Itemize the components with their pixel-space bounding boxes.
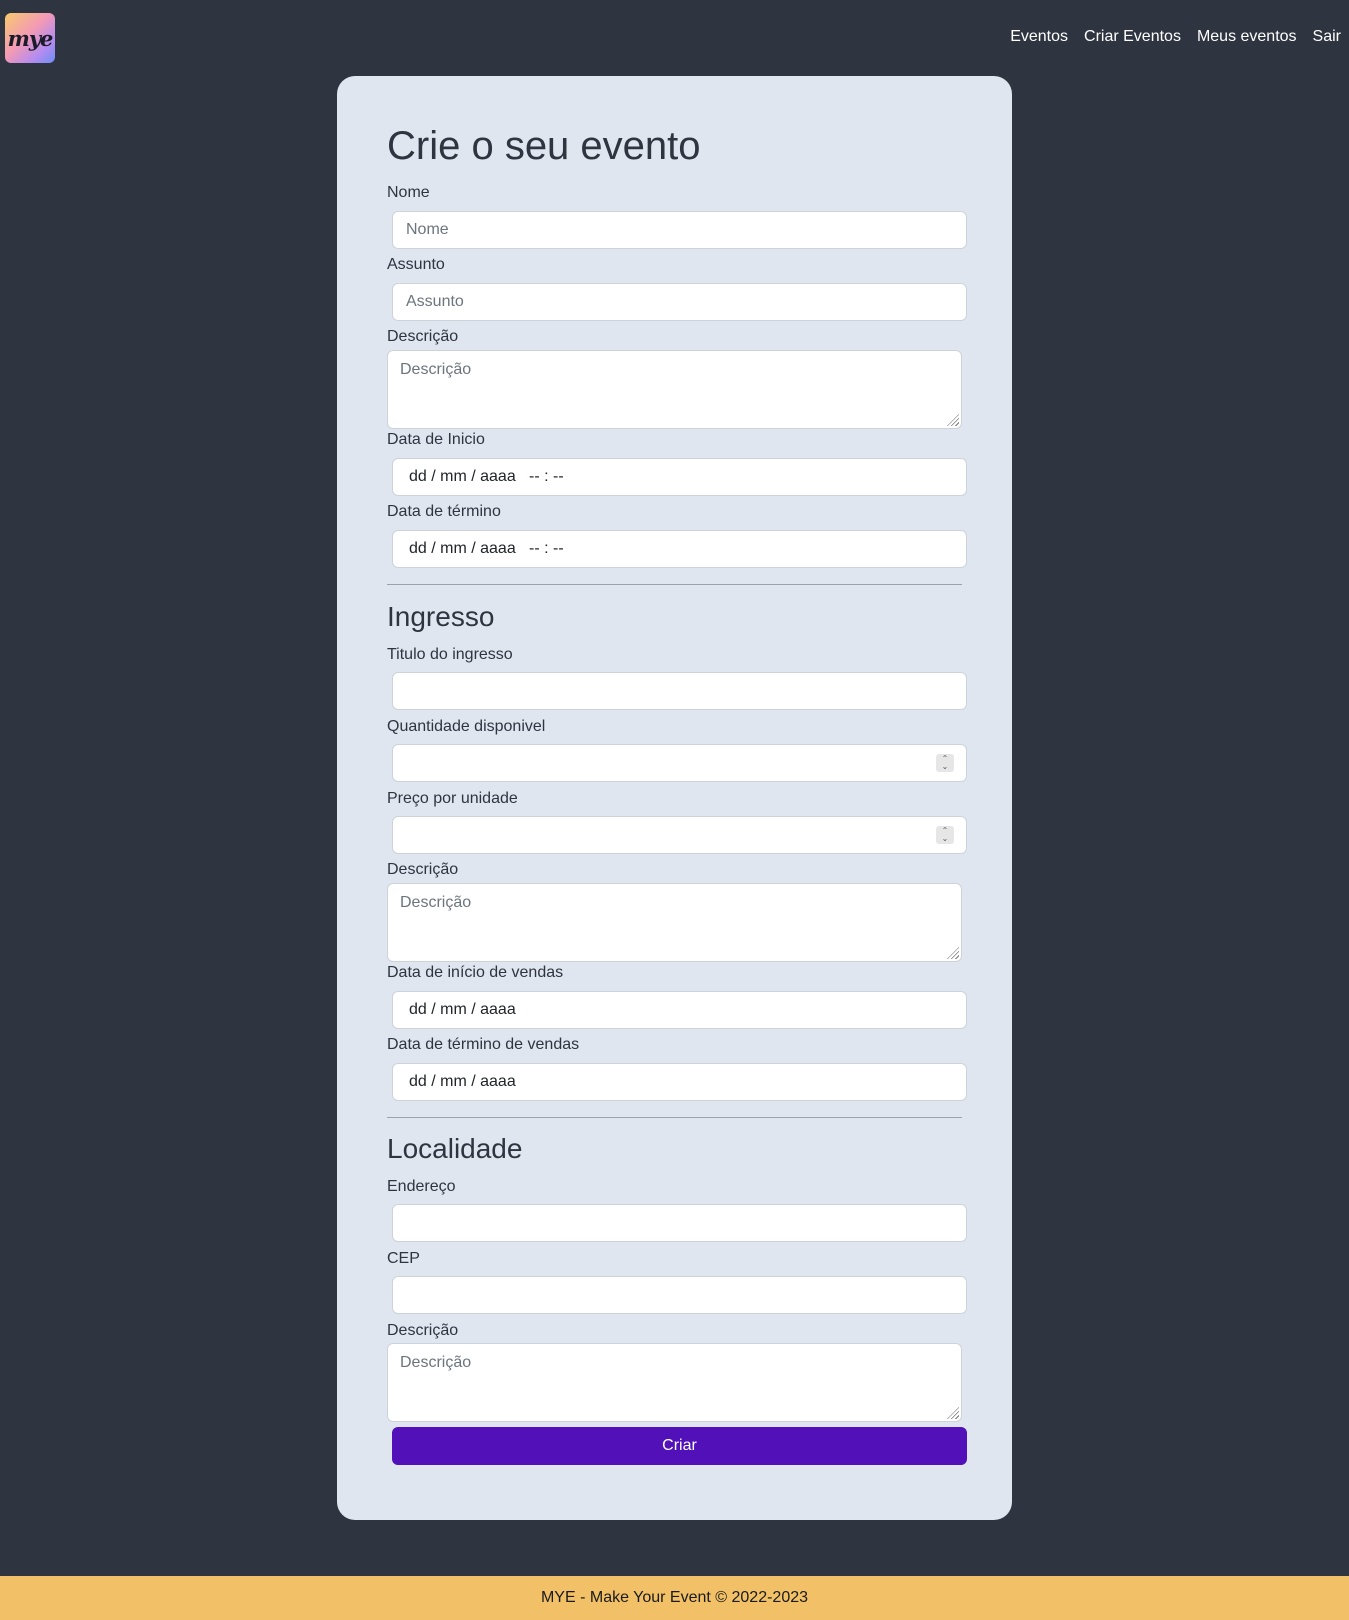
- logo-text: mye: [7, 25, 54, 51]
- ticket-title-input[interactable]: [392, 672, 967, 710]
- end-date-label: Data de término: [387, 503, 501, 520]
- end-datetime-input[interactable]: dd / mm / aaaa -- : --: [392, 530, 967, 568]
- location-description-textarea[interactable]: Descrição: [387, 1343, 962, 1422]
- ticket-description-label: Descrição: [387, 861, 459, 878]
- sales-end-date-input[interactable]: dd / mm / aaaa: [392, 1063, 967, 1101]
- price-label: Preço por unidade: [387, 790, 518, 807]
- navbar: mye Eventos Criar Eventos Meus eventos S…: [0, 0, 1349, 76]
- nav-link-criar-eventos[interactable]: Criar Eventos: [1084, 28, 1181, 46]
- section-divider: [387, 1117, 962, 1118]
- price-spinner-icon[interactable]: ⌃ ⌄: [936, 826, 954, 844]
- price-input[interactable]: ⌃ ⌄: [392, 816, 967, 854]
- subject-label: Assunto: [387, 256, 445, 273]
- resize-handle-icon[interactable]: [947, 1407, 959, 1419]
- start-datetime-value: dd / mm / aaaa -- : --: [409, 468, 564, 485]
- page-title: Crie o seu evento: [387, 124, 701, 168]
- brand-logo[interactable]: mye: [5, 13, 55, 63]
- description-label: Descrição: [387, 328, 459, 345]
- subject-placeholder: Assunto: [406, 293, 464, 310]
- subject-input[interactable]: Assunto: [392, 283, 967, 321]
- name-label: Nome: [387, 184, 430, 201]
- nav-link-eventos[interactable]: Eventos: [1010, 28, 1068, 46]
- resize-handle-icon[interactable]: [947, 414, 959, 426]
- name-input[interactable]: Nome: [392, 211, 967, 249]
- footer: MYE - Make Your Event © 2022-2023: [0, 1576, 1349, 1620]
- ticket-section-title: Ingresso: [387, 601, 495, 632]
- event-description-textarea[interactable]: Descrição: [387, 350, 962, 429]
- quantity-label: Quantidade disponivel: [387, 718, 546, 735]
- quantity-input[interactable]: ⌃ ⌄: [392, 744, 967, 782]
- ticket-description-textarea[interactable]: Descrição: [387, 883, 962, 962]
- location-description-placeholder: Descrição: [400, 1354, 472, 1371]
- start-date-label: Data de Inicio: [387, 431, 485, 448]
- sales-start-date-input[interactable]: dd / mm / aaaa: [392, 991, 967, 1029]
- nav-link-sair[interactable]: Sair: [1313, 28, 1341, 46]
- event-description-placeholder: Descrição: [400, 361, 472, 378]
- address-input[interactable]: [392, 1204, 967, 1242]
- footer-text: MYE - Make Your Event © 2022-2023: [540, 1589, 809, 1606]
- section-divider: [387, 584, 962, 585]
- end-datetime-value: dd / mm / aaaa -- : --: [409, 540, 564, 557]
- resize-handle-icon[interactable]: [947, 947, 959, 959]
- ticket-title-label: Titulo do ingresso: [387, 646, 513, 663]
- sales-end-label: Data de término de vendas: [387, 1036, 580, 1053]
- location-description-label: Descrição: [387, 1322, 459, 1339]
- quantity-spinner-icon[interactable]: ⌃ ⌄: [936, 754, 954, 772]
- create-button[interactable]: Criar: [392, 1427, 967, 1465]
- nav-link-meus-eventos[interactable]: Meus eventos: [1197, 28, 1297, 46]
- create-button-label: Criar: [662, 1437, 697, 1454]
- address-label: Endereço: [387, 1178, 456, 1195]
- ticket-description-placeholder: Descrição: [400, 894, 472, 911]
- nav-links: Eventos Criar Eventos Meus eventos Sair: [1010, 28, 1341, 46]
- create-event-card: Crie o seu evento Nome Nome Assunto Assu…: [337, 76, 1012, 1520]
- name-placeholder: Nome: [406, 221, 449, 238]
- sales-end-date-value: dd / mm / aaaa: [409, 1073, 516, 1090]
- location-section-title: Localidade: [387, 1133, 523, 1164]
- cep-label: CEP: [387, 1250, 420, 1267]
- sales-start-label: Data de início de vendas: [387, 964, 564, 981]
- cep-input[interactable]: [392, 1276, 967, 1314]
- sales-start-date-value: dd / mm / aaaa: [409, 1001, 516, 1018]
- start-datetime-input[interactable]: dd / mm / aaaa -- : --: [392, 458, 967, 496]
